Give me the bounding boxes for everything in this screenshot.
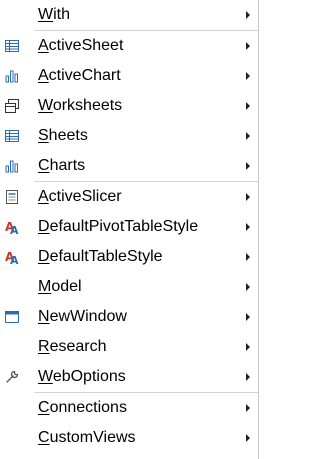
accelerator-key: W — [38, 97, 53, 114]
svg-text:A: A — [10, 254, 19, 265]
menu-item-weboptions[interactable]: WebOptions — [0, 362, 258, 392]
accelerator-key: S — [38, 127, 49, 144]
accelerator-key: M — [38, 278, 52, 295]
label-text: onnections — [49, 399, 127, 416]
label-text: orksheets — [52, 97, 123, 114]
label-text: ctiveSlicer — [48, 188, 122, 205]
sheet-grid-icon — [4, 38, 20, 54]
menu-item-label: Research — [38, 332, 106, 362]
menu-item-with[interactable]: With — [0, 0, 258, 30]
slicer-icon — [4, 189, 20, 205]
bar-chart-icon — [4, 158, 20, 174]
label-text: esearch — [49, 338, 107, 355]
submenu-arrow-icon — [246, 11, 250, 19]
label-text: heets — [48, 127, 88, 144]
label-text: ebOptions — [52, 368, 126, 385]
label-text: harts — [49, 157, 86, 174]
accelerator-key: W — [38, 368, 53, 385]
accelerator-key: R — [38, 338, 50, 355]
menu-item-activeslicer[interactable]: ActiveSlicer — [0, 182, 258, 212]
context-submenu: With ActiveSheet ActiveChart Worksheets Shee… — [0, 0, 259, 459]
submenu-arrow-icon — [246, 72, 250, 80]
submenu-arrow-icon — [246, 373, 250, 381]
label-text: ith — [53, 6, 71, 23]
label-text: efaultTableStyle — [49, 248, 163, 265]
label-text: ctiveChart — [48, 67, 121, 84]
submenu-arrow-icon — [246, 42, 250, 50]
accelerator-key: C — [38, 399, 50, 416]
menu-item-label: Connections — [38, 393, 127, 423]
submenu-arrow-icon — [246, 283, 250, 291]
menu-item-label: Charts — [38, 151, 85, 181]
menu-item-label: NewWindow — [38, 302, 127, 332]
menu-item-customviews[interactable]: CustomViews — [0, 423, 258, 453]
label-text: efaultPivotTableStyle — [49, 218, 199, 235]
menu-item-label: Model — [38, 272, 82, 302]
menu-item-activechart[interactable]: ActiveChart — [0, 61, 258, 91]
menu-item-label: DefaultPivotTableStyle — [38, 212, 198, 242]
menu-item-activesheet[interactable]: ActiveSheet — [0, 31, 258, 61]
table-style-icon: AA — [4, 219, 20, 237]
submenu-arrow-icon — [246, 132, 250, 140]
accelerator-key: C — [38, 429, 50, 446]
menu-item-label: ActiveChart — [38, 61, 121, 91]
menu-item-label: WebOptions — [38, 362, 126, 392]
menu-item-defaultpivottablestyle[interactable]: A A DefaultPivotTableStyle — [0, 212, 258, 242]
accelerator-key: D — [38, 248, 50, 265]
menu-item-sheets[interactable]: Sheets — [0, 121, 258, 151]
submenu-arrow-icon — [246, 253, 250, 261]
menu-item-label: Worksheets — [38, 91, 122, 121]
label-text: ctiveSheet — [48, 37, 124, 54]
menu-item-label: ActiveSheet — [38, 31, 123, 61]
accelerator-key: A — [38, 188, 49, 205]
menu-item-charts[interactable]: Charts — [0, 151, 258, 181]
submenu-arrow-icon — [246, 162, 250, 170]
window-icon — [4, 309, 20, 325]
submenu-arrow-icon — [246, 102, 250, 110]
menu-item-label: DefaultTableStyle — [38, 242, 163, 272]
submenu-arrow-icon — [246, 223, 250, 231]
label-text: ustomViews — [49, 429, 136, 446]
submenu-arrow-icon — [246, 404, 250, 412]
accelerator-key: N — [38, 308, 50, 325]
menu-item-label: ActiveSlicer — [38, 182, 122, 212]
worksheets-icon — [4, 98, 20, 114]
menu-item-newwindow[interactable]: NewWindow — [0, 302, 258, 332]
accelerator-key: A — [38, 37, 49, 54]
sheet-grid-icon — [4, 128, 20, 144]
menu-item-research[interactable]: Research — [0, 332, 258, 362]
accelerator-key: C — [38, 157, 50, 174]
menu-item-label: With — [38, 0, 70, 30]
accelerator-key: D — [38, 218, 50, 235]
wrench-icon — [4, 369, 20, 385]
label-text: odel — [51, 278, 82, 295]
menu-item-model[interactable]: Model — [0, 272, 258, 302]
svg-text:A: A — [10, 224, 19, 235]
accelerator-key: A — [38, 67, 49, 84]
menu-item-defaulttablestyle[interactable]: A A DefaultTableStyle — [0, 242, 258, 272]
accelerator-key: W — [38, 6, 54, 23]
menu-item-connections[interactable]: Connections — [0, 393, 258, 423]
submenu-arrow-icon — [246, 313, 250, 321]
menu-item-label: Sheets — [38, 121, 88, 151]
submenu-arrow-icon — [246, 434, 250, 442]
submenu-arrow-icon — [246, 193, 250, 201]
bar-chart-icon — [4, 68, 20, 84]
table-style-icon: AA — [4, 249, 20, 267]
menu-item-worksheets[interactable]: Worksheets — [0, 91, 258, 121]
submenu-arrow-icon — [246, 343, 250, 351]
label-text: ewWindow — [49, 308, 127, 325]
menu-item-label: CustomViews — [38, 423, 136, 453]
